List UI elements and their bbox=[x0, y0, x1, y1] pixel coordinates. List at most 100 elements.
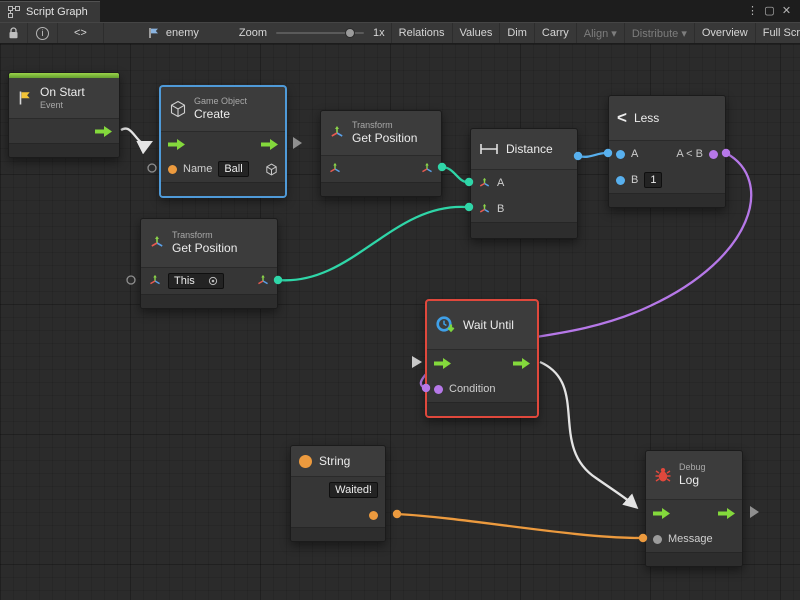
node-get-position-1[interactable]: Transform Get Position bbox=[320, 110, 442, 197]
node-category: Debug bbox=[679, 462, 706, 473]
code-icon: <> bbox=[74, 27, 87, 39]
distance-icon bbox=[479, 143, 499, 155]
node-category: Game Object bbox=[194, 96, 247, 107]
node-footer bbox=[471, 222, 577, 238]
game-object-output-icon[interactable] bbox=[265, 163, 278, 176]
flow-input-port[interactable] bbox=[653, 508, 670, 519]
node-on-start-event[interactable]: On Start Event bbox=[8, 72, 120, 158]
b-value-field[interactable]: 1 bbox=[644, 172, 662, 188]
graph-grid-icon bbox=[8, 6, 20, 18]
node-title: Get Position bbox=[352, 131, 417, 145]
node-footer bbox=[609, 193, 725, 207]
window-menu-button[interactable]: ⋮ bbox=[744, 0, 761, 22]
node-title: Log bbox=[679, 473, 706, 487]
window-maximize-button[interactable]: ▢ bbox=[761, 0, 778, 22]
fullscreen-button[interactable]: Full Screen bbox=[755, 23, 800, 43]
flow-input-port[interactable] bbox=[434, 358, 451, 369]
node-wait-until[interactable]: Wait Until Condition bbox=[425, 299, 539, 418]
graph-breadcrumb[interactable]: enemy bbox=[142, 23, 205, 43]
node-title: Wait Until bbox=[463, 318, 514, 332]
code-preview-button[interactable]: <> bbox=[58, 23, 104, 43]
bug-icon bbox=[654, 467, 672, 483]
string-output-port[interactable] bbox=[369, 511, 378, 520]
script-graph-window: Script Graph ⋮ ▢ ✕ i <> enemy Zoom bbox=[0, 0, 800, 600]
vector-icon bbox=[478, 203, 491, 216]
info-icon: i bbox=[36, 27, 49, 40]
less-a-input-port[interactable] bbox=[616, 150, 625, 159]
less-icon: < bbox=[617, 108, 627, 128]
graph-toolbar: i <> enemy Zoom 1x Relations Values Dim … bbox=[0, 22, 800, 44]
game-object-icon bbox=[169, 100, 187, 118]
port-label-b: B bbox=[497, 203, 504, 215]
node-category: Transform bbox=[172, 230, 237, 241]
string-icon bbox=[299, 455, 312, 468]
less-b-input-port[interactable] bbox=[616, 176, 625, 185]
lock-button[interactable] bbox=[0, 23, 28, 43]
node-title: String bbox=[319, 454, 350, 468]
graph-name-label: enemy bbox=[166, 27, 199, 39]
node-footer bbox=[321, 182, 441, 196]
overview-button[interactable]: Overview bbox=[694, 23, 755, 43]
node-title: Distance bbox=[506, 142, 553, 156]
script-graph-asset-icon bbox=[148, 27, 161, 39]
window-close-button[interactable]: ✕ bbox=[778, 0, 795, 22]
node-title: Create bbox=[194, 107, 247, 121]
node-footer bbox=[291, 527, 385, 541]
zoom-slider[interactable] bbox=[276, 32, 364, 34]
target-field[interactable]: This bbox=[168, 273, 224, 289]
object-picker-icon[interactable] bbox=[208, 276, 218, 286]
tab-title: Script Graph bbox=[26, 6, 88, 18]
relations-button[interactable]: Relations bbox=[391, 23, 452, 43]
wait-clock-icon bbox=[435, 315, 456, 336]
info-button[interactable]: i bbox=[28, 23, 58, 43]
target-value: This bbox=[174, 275, 195, 287]
title-bar: Script Graph ⋮ ▢ ✕ bbox=[0, 0, 800, 22]
name-input-port[interactable] bbox=[168, 165, 177, 174]
flow-output-port[interactable] bbox=[513, 358, 530, 369]
transform-icon bbox=[149, 235, 165, 251]
flag-icon bbox=[17, 90, 33, 106]
node-title: On Start bbox=[40, 85, 85, 99]
port-label-name: Name bbox=[183, 163, 212, 175]
transform-icon bbox=[329, 125, 345, 141]
name-field[interactable]: Ball bbox=[218, 161, 248, 177]
flow-output-port[interactable] bbox=[261, 139, 278, 150]
message-input-port[interactable] bbox=[653, 535, 662, 544]
port-label-a: A bbox=[497, 177, 504, 189]
flow-input-port[interactable] bbox=[168, 139, 185, 150]
node-debug-log[interactable]: Debug Log Message bbox=[645, 450, 743, 567]
port-label-condition: Condition bbox=[449, 383, 495, 395]
result-label: A < B bbox=[676, 148, 703, 160]
port-label-b: B bbox=[631, 174, 638, 186]
less-output-port[interactable] bbox=[709, 150, 718, 159]
lock-icon bbox=[8, 27, 19, 40]
node-title: Less bbox=[634, 111, 659, 125]
node-less[interactable]: < Less A A < B B 1 bbox=[608, 95, 726, 208]
node-get-position-2[interactable]: Transform Get Position This bbox=[140, 218, 278, 309]
string-value-field[interactable]: Waited! bbox=[329, 482, 378, 498]
node-gameobject-create[interactable]: Game Object Create Name Ball bbox=[160, 86, 286, 197]
node-category: Event bbox=[40, 100, 85, 111]
position-output-port[interactable] bbox=[256, 274, 270, 288]
distribute-dropdown[interactable]: Distribute ▾ bbox=[624, 23, 694, 43]
condition-input-port[interactable] bbox=[434, 385, 443, 394]
transform-input-port[interactable] bbox=[328, 162, 342, 176]
values-button[interactable]: Values bbox=[452, 23, 500, 43]
node-footer bbox=[9, 143, 119, 157]
dim-button[interactable]: Dim bbox=[499, 23, 534, 43]
align-dropdown[interactable]: Align ▾ bbox=[576, 23, 624, 43]
flow-output-port[interactable] bbox=[95, 126, 112, 137]
carry-button[interactable]: Carry bbox=[534, 23, 576, 43]
node-footer bbox=[161, 182, 285, 196]
zoom-value: 1x bbox=[373, 27, 385, 39]
port-label-a: A bbox=[631, 148, 638, 160]
transform-input-port[interactable] bbox=[148, 274, 162, 288]
node-title: Get Position bbox=[172, 241, 237, 255]
window-tab[interactable]: Script Graph bbox=[0, 1, 100, 22]
node-distance[interactable]: Distance A B bbox=[470, 128, 578, 239]
flow-output-port[interactable] bbox=[718, 508, 735, 519]
node-string-literal[interactable]: String Waited! bbox=[290, 445, 386, 542]
zoom-slider-knob[interactable] bbox=[345, 28, 355, 38]
node-footer bbox=[141, 294, 277, 308]
position-output-port[interactable] bbox=[420, 162, 434, 176]
